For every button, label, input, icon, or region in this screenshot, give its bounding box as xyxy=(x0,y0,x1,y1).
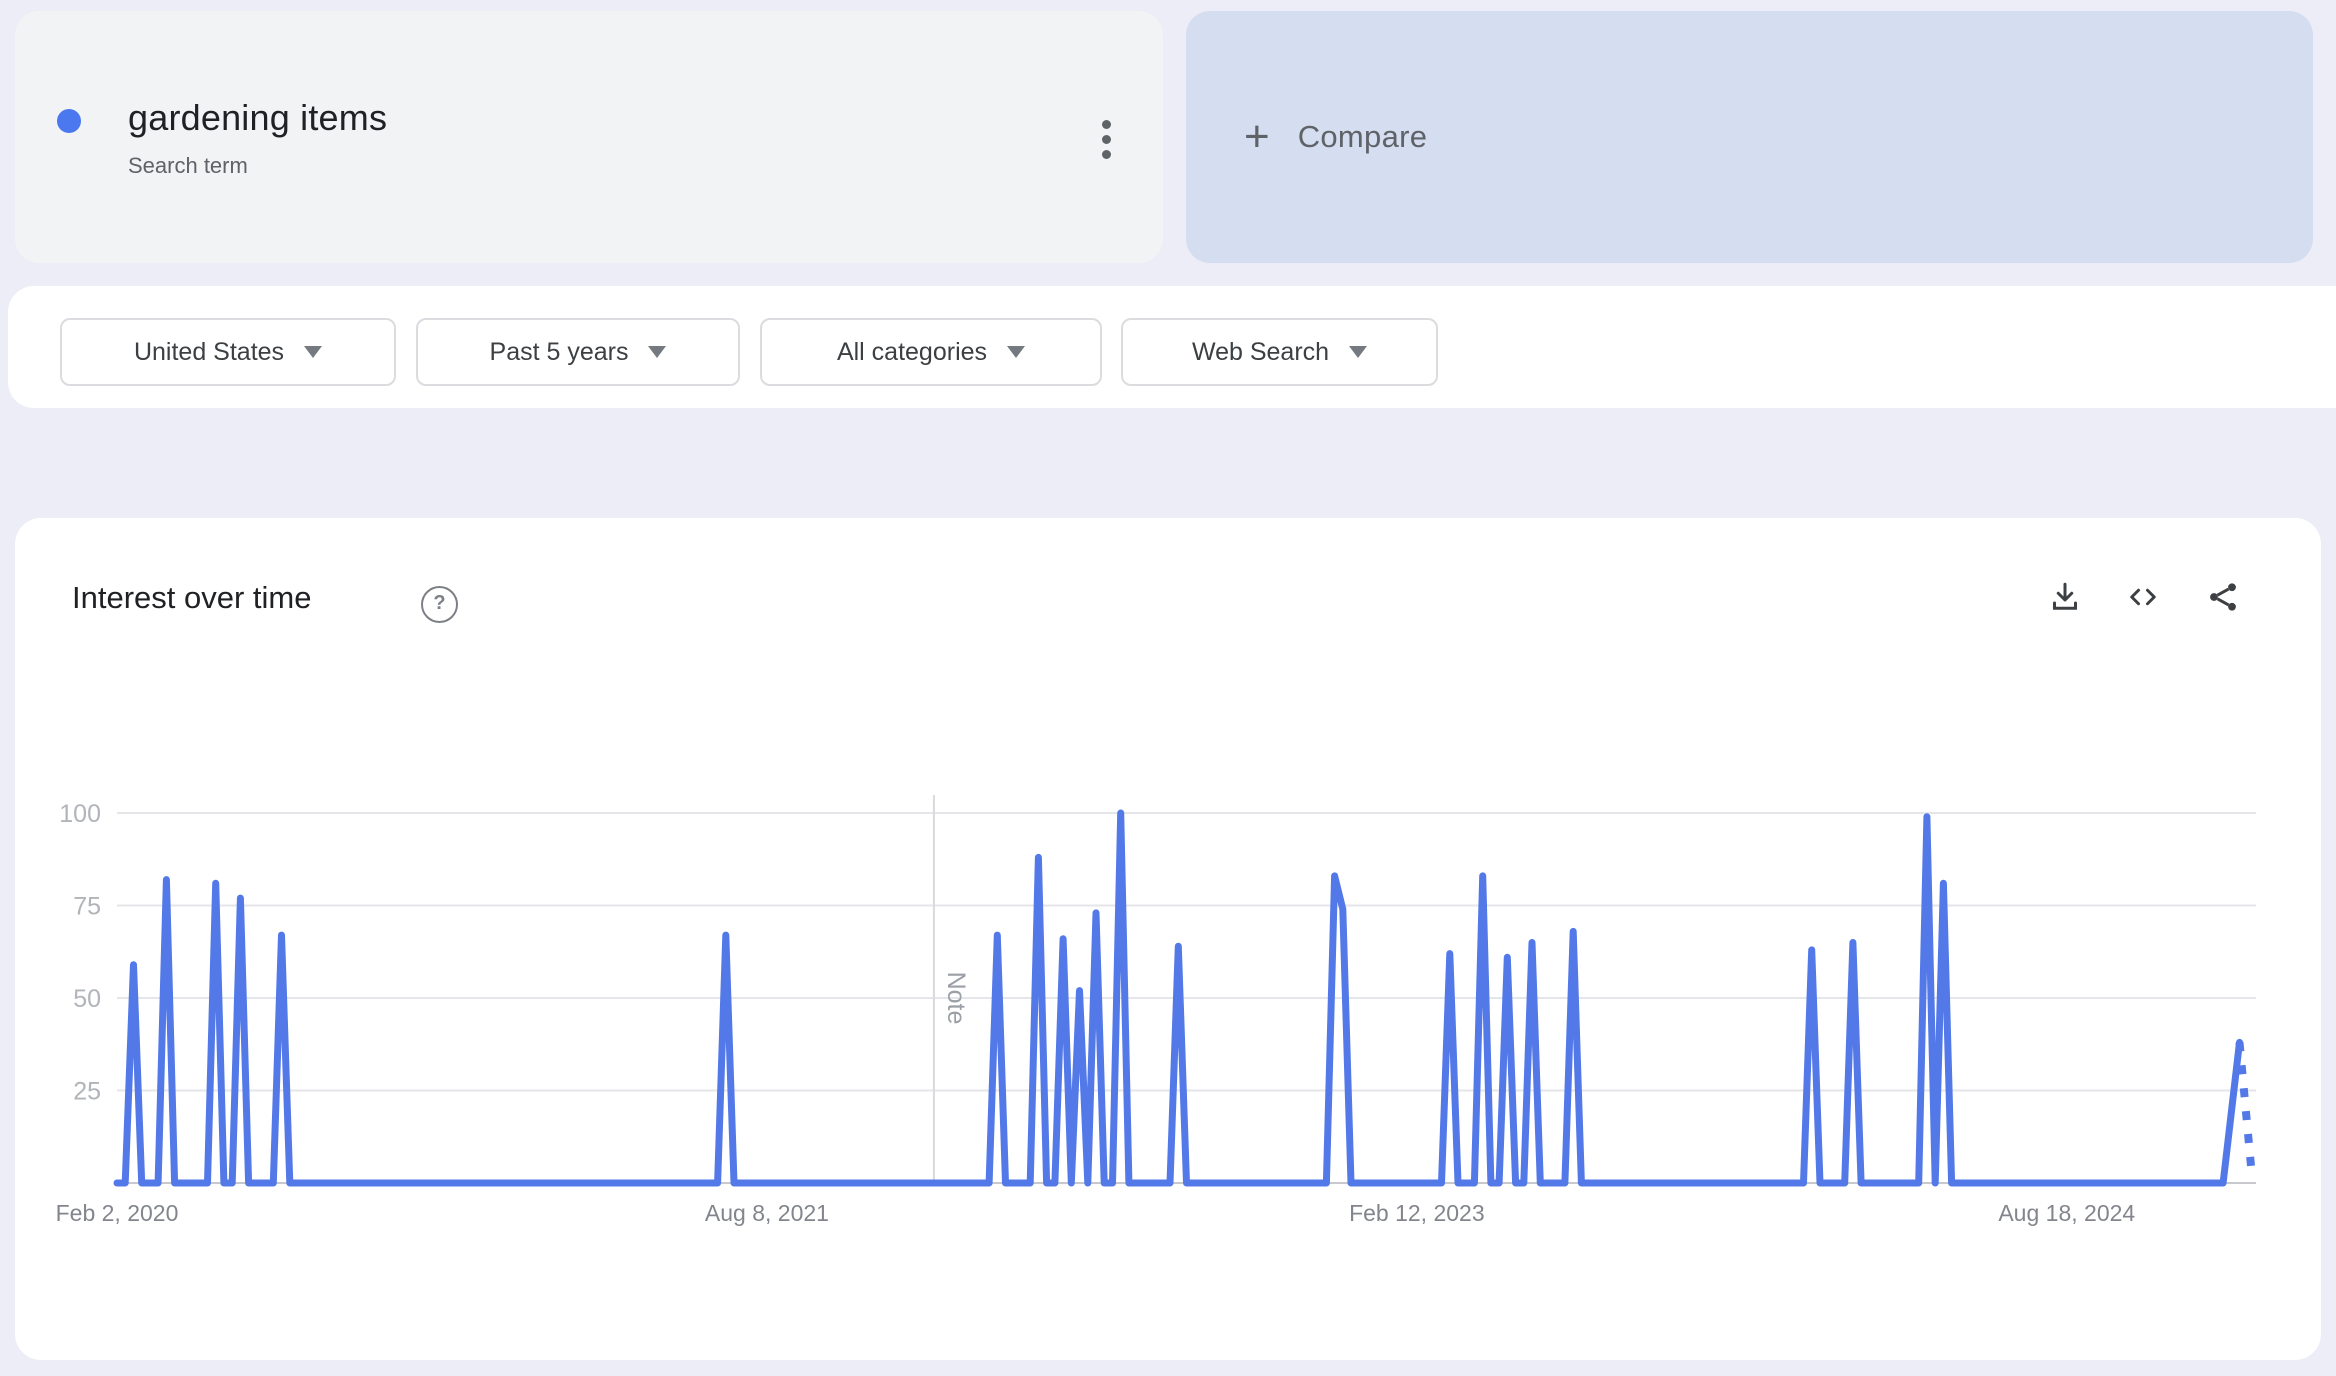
google-trends-page: gardening items Search term + Compare Un… xyxy=(0,0,2336,1376)
interest-over-time-chart[interactable]: 100 75 50 25 Feb 2, 2020 Aug 8, 2021 Feb 12, 2… xyxy=(15,518,2321,1360)
filter-bar: United States Past 5 years All categorie… xyxy=(8,286,2336,408)
svg-text:75: 75 xyxy=(73,893,101,921)
category-dropdown[interactable]: All categories xyxy=(760,318,1102,386)
chevron-down-icon xyxy=(304,346,322,358)
chevron-down-icon xyxy=(648,346,666,358)
svg-text:25: 25 xyxy=(73,1078,101,1106)
geo-filter-dropdown[interactable]: United States xyxy=(60,318,396,386)
chevron-down-icon xyxy=(1007,346,1025,358)
chevron-down-icon xyxy=(1349,346,1367,358)
more-options-button[interactable] xyxy=(1084,117,1128,161)
search-term-title: gardening items xyxy=(128,97,387,139)
geo-filter-label: United States xyxy=(134,338,284,367)
svg-text:Note: Note xyxy=(942,972,970,1025)
interest-over-time-card: Interest over time ? 1007 xyxy=(15,518,2321,1360)
compare-button[interactable]: + Compare xyxy=(1186,11,2313,263)
svg-text:Feb 12, 2023: Feb 12, 2023 xyxy=(1349,1200,1485,1226)
svg-text:100: 100 xyxy=(59,800,101,828)
svg-text:50: 50 xyxy=(73,985,101,1013)
search-type-label: Web Search xyxy=(1192,338,1329,367)
compare-label: Compare xyxy=(1298,119,1428,155)
time-range-dropdown[interactable]: Past 5 years xyxy=(416,318,740,386)
search-term-subtitle: Search term xyxy=(128,153,248,179)
search-term-card[interactable]: gardening items Search term xyxy=(15,11,1163,263)
search-type-dropdown[interactable]: Web Search xyxy=(1121,318,1438,386)
kebab-icon xyxy=(1102,120,1111,129)
svg-text:Aug 8, 2021: Aug 8, 2021 xyxy=(705,1200,829,1226)
svg-text:Aug 18, 2024: Aug 18, 2024 xyxy=(1998,1200,2135,1226)
svg-text:Feb 2, 2020: Feb 2, 2020 xyxy=(56,1200,179,1226)
category-label: All categories xyxy=(837,338,987,367)
time-range-label: Past 5 years xyxy=(490,338,629,367)
plus-icon: + xyxy=(1244,115,1270,159)
series-color-chip xyxy=(57,109,81,133)
